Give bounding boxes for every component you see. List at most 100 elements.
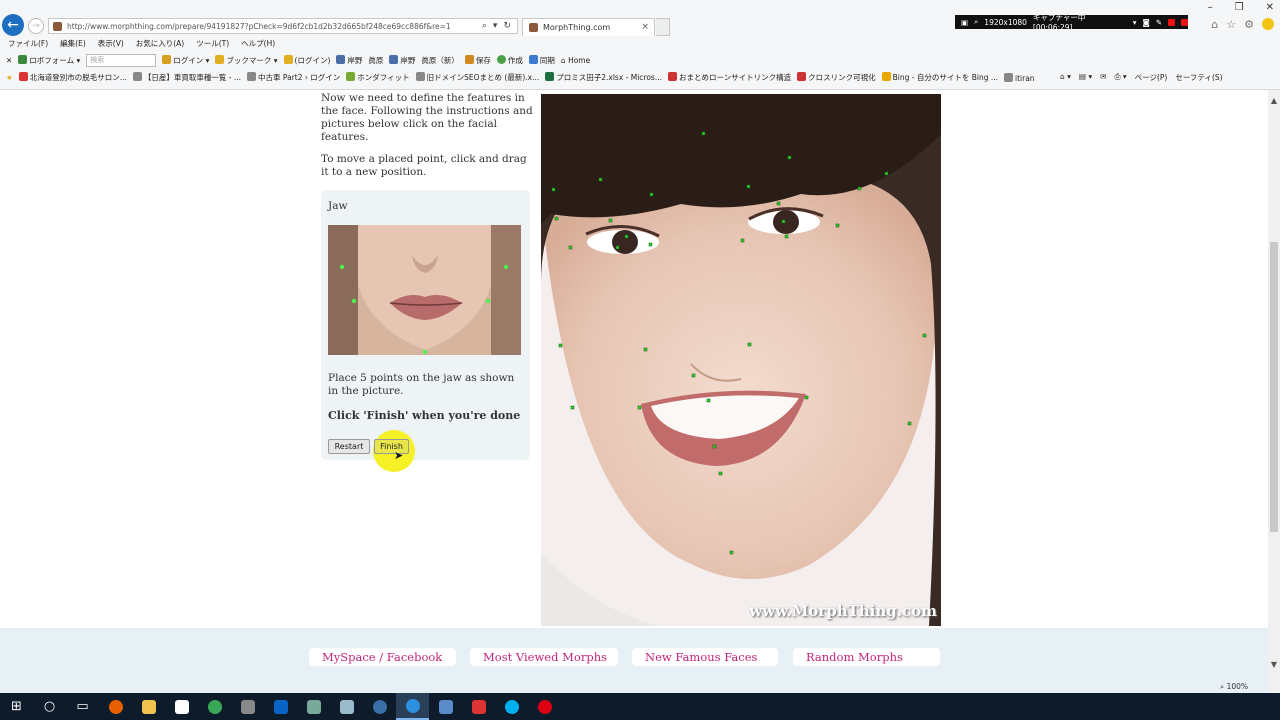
dropdown-icon[interactable]: ▾ bbox=[493, 21, 498, 31]
back-button[interactable]: ← bbox=[2, 14, 24, 36]
login-button[interactable]: ログイン ▾ bbox=[162, 55, 209, 66]
media-icon bbox=[240, 699, 255, 714]
windows-logo-icon: ⊞ bbox=[11, 699, 22, 714]
face-photo-canvas[interactable]: www.MorphThing.com bbox=[541, 94, 941, 626]
taskbar-media[interactable] bbox=[231, 693, 264, 720]
home-icon[interactable]: ⌂ bbox=[1211, 18, 1218, 31]
toolbar-item-1[interactable]: 岸野 bbox=[336, 55, 362, 66]
menu-edit[interactable]: 編集(E) bbox=[60, 38, 86, 49]
refresh-icon[interactable]: ↻ bbox=[503, 21, 511, 31]
taskbar-app-4[interactable] bbox=[429, 693, 462, 720]
restart-button[interactable]: Restart bbox=[328, 439, 370, 454]
new-tab-button[interactable] bbox=[656, 18, 670, 36]
close-window-icon[interactable]: ✕ bbox=[1266, 2, 1274, 13]
menu-tools[interactable]: ツール(T) bbox=[196, 38, 229, 49]
taskbar-explorer[interactable] bbox=[132, 693, 165, 720]
feedback-smiley-icon[interactable] bbox=[1262, 18, 1274, 30]
task-view-button[interactable]: ▭ bbox=[66, 693, 99, 720]
roboform-button[interactable]: ロボフォーム ▾ bbox=[18, 55, 80, 66]
close-bar-icon[interactable]: ✕ bbox=[6, 56, 12, 65]
ie-toolbar-icons: ⌂ ☆ ⚙ bbox=[1211, 18, 1274, 31]
save-button[interactable]: 保存 bbox=[464, 55, 491, 66]
rss-icon[interactable]: ▤ ▾ bbox=[1079, 72, 1092, 83]
fav-item-4[interactable]: ホンダフィット bbox=[346, 72, 410, 83]
start-button[interactable]: ⊞ bbox=[0, 693, 33, 720]
scroll-up-icon[interactable]: ▲ bbox=[1268, 96, 1280, 105]
toolbar-search-input[interactable]: 検索 bbox=[86, 54, 157, 67]
login-icon bbox=[162, 55, 172, 64]
footer-tab-myspace[interactable]: MySpace / Facebook bbox=[309, 648, 456, 666]
monitor-icon[interactable]: ▣ bbox=[961, 18, 968, 27]
stop-icon[interactable] bbox=[1181, 18, 1188, 26]
pen-icon[interactable]: ✎ bbox=[1156, 18, 1162, 27]
home-tool-icon[interactable]: ⌂ ▾ bbox=[1060, 72, 1071, 83]
fav-item-7[interactable]: おまとめローンサイトリンク構造 bbox=[668, 72, 791, 83]
instructions: Now we need to define the features in th… bbox=[321, 92, 533, 188]
pause-icon[interactable] bbox=[1168, 18, 1176, 26]
taskbar-app-2[interactable] bbox=[330, 693, 363, 720]
fav-item-10[interactable]: itiran bbox=[1004, 72, 1035, 83]
address-bar[interactable]: http://www.morphthing.com/prepare/941918… bbox=[48, 18, 518, 34]
fav-item-9[interactable]: Bing - 自分のサイトを Bing ... bbox=[881, 72, 998, 83]
search-icon[interactable]: ⌕ bbox=[482, 21, 487, 31]
mail-icon[interactable]: ✉ bbox=[1100, 72, 1106, 83]
gear-icon[interactable]: ⚙ bbox=[1244, 18, 1254, 31]
login2-button[interactable]: (ログイン) bbox=[283, 55, 330, 66]
reference-jaw-image bbox=[328, 225, 521, 355]
taskbar-app-3[interactable] bbox=[363, 693, 396, 720]
scroll-down-icon[interactable]: ▼ bbox=[1268, 660, 1280, 669]
home-button[interactable]: ⌂ Home bbox=[561, 56, 590, 65]
forward-button[interactable]: → bbox=[28, 18, 44, 34]
print-icon[interactable]: ⎙ ▾ bbox=[1114, 72, 1126, 83]
face-photo[interactable] bbox=[541, 94, 941, 626]
close-icon[interactable]: × bbox=[641, 22, 649, 32]
fav-item-8[interactable]: クロスリンク可視化 bbox=[797, 72, 876, 83]
taskbar-app-5[interactable] bbox=[462, 693, 495, 720]
footer-tab-random[interactable]: Random Morphs bbox=[793, 648, 940, 666]
search-button[interactable]: ○ bbox=[33, 693, 66, 720]
sync-button[interactable]: 同期 bbox=[528, 55, 555, 66]
page-menu[interactable]: ページ(P) bbox=[1135, 72, 1168, 83]
taskbar-app-1[interactable] bbox=[297, 693, 330, 720]
camera-icon[interactable]: ◙ bbox=[1143, 18, 1150, 27]
taskbar-firefox[interactable] bbox=[99, 693, 132, 720]
menu-help[interactable]: ヘルプ(H) bbox=[241, 38, 275, 49]
vertical-scrollbar[interactable]: ▲ ▼ bbox=[1268, 90, 1280, 693]
create-button[interactable]: 作成 bbox=[496, 55, 523, 66]
taskbar-store[interactable] bbox=[165, 693, 198, 720]
footer-tab-most-viewed[interactable]: Most Viewed Morphs bbox=[470, 648, 618, 666]
menu-favorites[interactable]: お気に入り(A) bbox=[136, 38, 184, 49]
taskbar-ie[interactable] bbox=[396, 693, 429, 720]
menu-file[interactable]: ファイル(F) bbox=[8, 38, 48, 49]
toolbar-item-3[interactable]: 岸野 bbox=[389, 55, 415, 66]
menu-view[interactable]: 表示(V) bbox=[98, 38, 124, 49]
restore-icon[interactable]: ❐ bbox=[1235, 2, 1244, 13]
toolbar-item-4[interactable]: 眞原（新） bbox=[421, 55, 459, 66]
fav-item-3[interactable]: 中古車 Part2 › ログイン bbox=[247, 72, 340, 83]
taskbar-recorder[interactable] bbox=[528, 693, 561, 720]
app-icon bbox=[339, 699, 354, 714]
tab-morphthing[interactable]: MorphThing.com × bbox=[522, 18, 655, 36]
scroll-thumb[interactable] bbox=[1270, 242, 1278, 532]
home-small-icon: ⌂ bbox=[560, 56, 566, 65]
chevron-down-icon[interactable]: ▾ bbox=[1133, 18, 1137, 27]
fav-item-6[interactable]: プロミス田子2.xlsx - Micros... bbox=[545, 72, 662, 83]
safety-menu[interactable]: セーフティ(S) bbox=[1175, 72, 1222, 83]
minimize-icon[interactable]: – bbox=[1208, 2, 1213, 13]
taskbar-skype[interactable] bbox=[495, 693, 528, 720]
zoom-level[interactable]: ⌕ 100% bbox=[1220, 682, 1248, 692]
taskbar-chrome[interactable] bbox=[198, 693, 231, 720]
taskbar-outlook[interactable] bbox=[264, 693, 297, 720]
finish-button[interactable]: Finish bbox=[374, 439, 409, 454]
footer-nav: MySpace / Facebook Most Viewed Morphs Ne… bbox=[0, 628, 1268, 693]
fav-item-1[interactable]: 北海道登別市の脱毛サロン... bbox=[18, 72, 127, 83]
footer-tab-famous-faces[interactable]: New Famous Faces bbox=[632, 648, 778, 666]
bookmark-button[interactable]: ブックマーク ▾ bbox=[215, 55, 278, 66]
star-icon[interactable]: ☆ bbox=[1226, 18, 1236, 31]
fav-item-5[interactable]: 旧ドメインSEOまとめ (最新).x... bbox=[415, 72, 539, 83]
favorites-star-icon[interactable]: ★ bbox=[6, 73, 13, 82]
url-text[interactable]: http://www.morphthing.com/prepare/941918… bbox=[67, 22, 451, 31]
zoom-icon[interactable]: ⌕ bbox=[974, 17, 978, 27]
toolbar-item-2[interactable]: 眞原 bbox=[368, 55, 383, 66]
fav-item-2[interactable]: 【日産】車買取車種一覧 - ... bbox=[132, 72, 241, 83]
